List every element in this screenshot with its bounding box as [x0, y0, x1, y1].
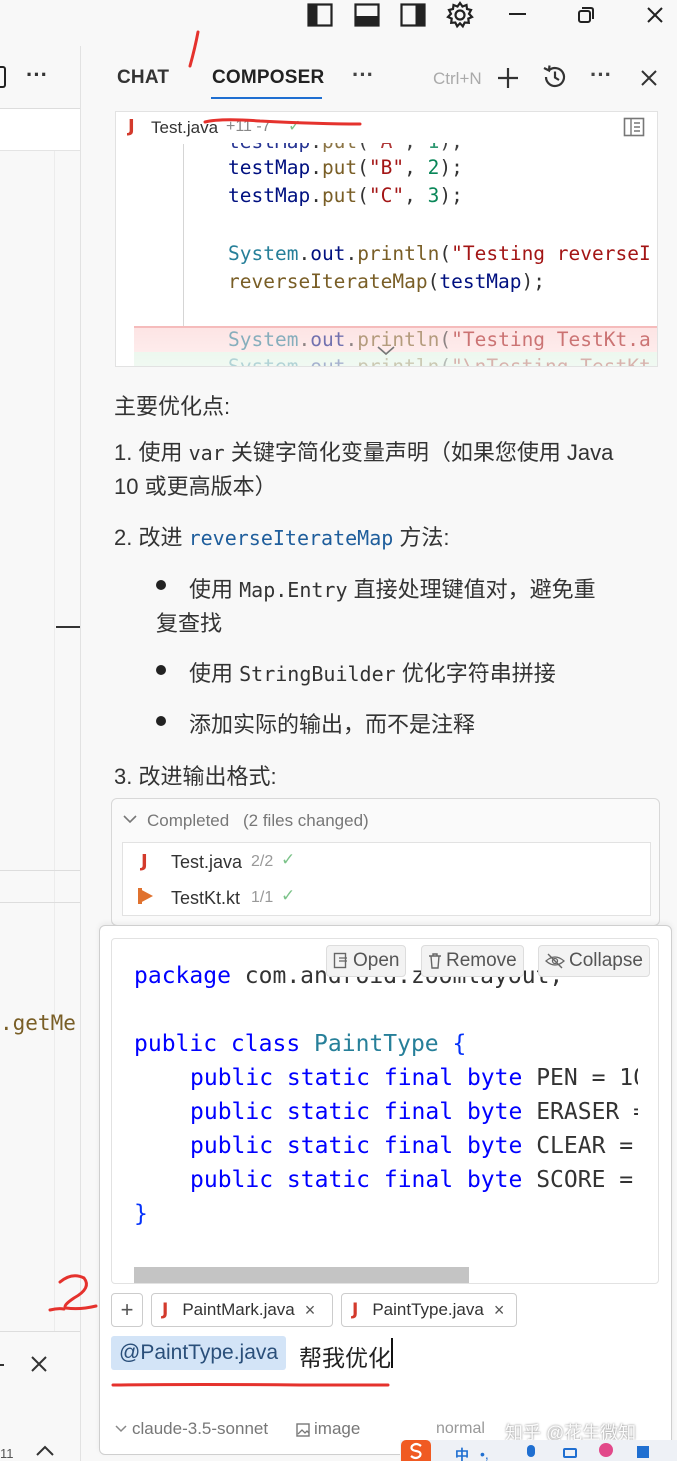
annotation-mark-1 — [188, 30, 200, 68]
annotation-mark-2-tail — [48, 1307, 66, 1312]
annotation-underline-input — [111, 1383, 390, 1387]
annotation-mark-2 — [58, 1274, 98, 1311]
annotation-underline-composer — [203, 118, 362, 126]
annotation-overlay — [48, 30, 390, 1387]
